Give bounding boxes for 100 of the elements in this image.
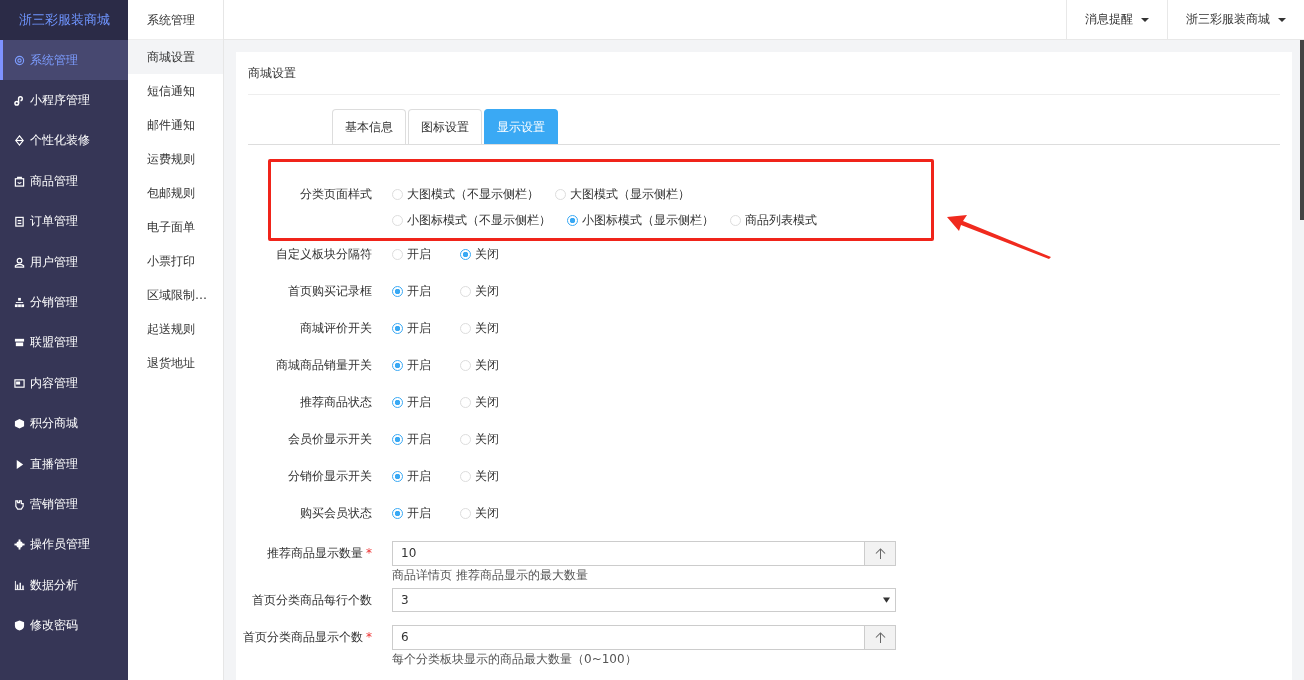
field-label: 购买会员状态: [299, 505, 373, 522]
submenu-item[interactable]: 退货地址: [128, 346, 223, 380]
dropdown-arrow-icon: [883, 597, 890, 603]
play-icon: [14, 458, 25, 470]
submenu-item[interactable]: 运费规则: [128, 142, 223, 176]
option-label: 开启: [407, 393, 431, 411]
scrollbar-thumb[interactable]: [1300, 40, 1304, 220]
sidebar-item[interactable]: 积分商城: [0, 403, 128, 444]
submenu-item[interactable]: 商城设置: [128, 40, 223, 74]
radio-button[interactable]: [392, 470, 403, 482]
cube-icon: [14, 418, 25, 430]
option-label: 关闭: [475, 430, 499, 448]
radio-option[interactable]: 开启: [392, 282, 460, 300]
sidebar-item[interactable]: 个性化装修: [0, 120, 128, 162]
sidebar-item[interactable]: 联盟管理: [0, 322, 128, 364]
radio-button[interactable]: [392, 433, 403, 445]
radio-option[interactable]: 关闭: [460, 245, 528, 263]
submenu-item[interactable]: 起送规则: [128, 312, 223, 346]
sidebar-item[interactable]: 操作员管理: [0, 524, 128, 566]
sidebar-item[interactable]: 商品管理: [0, 161, 128, 202]
radio-button[interactable]: [392, 285, 403, 297]
radio-button[interactable]: [392, 359, 403, 371]
sidebar-item[interactable]: 分销管理: [0, 282, 128, 323]
option-label: 开启: [407, 356, 431, 374]
dropdown-menu[interactable]: 浙三彩服装商城: [1167, 0, 1304, 39]
radio-option[interactable]: 关闭: [460, 319, 528, 337]
radio-button[interactable]: [392, 396, 403, 408]
clipboard-icon: [14, 216, 25, 228]
card-title: 商城设置: [248, 52, 1280, 95]
radio-option[interactable]: 关闭: [460, 430, 528, 448]
hand-icon: [14, 499, 25, 510]
bag-icon: [14, 175, 25, 187]
sidebar-item[interactable]: 营销管理: [0, 484, 128, 525]
option-label: 关闭: [475, 393, 499, 411]
tab[interactable]: 基本信息: [332, 109, 406, 144]
submenu-item[interactable]: 区域限制…: [128, 278, 223, 312]
radio-button[interactable]: [460, 248, 471, 260]
sidebar-item[interactable]: 修改密码: [0, 605, 128, 646]
sidebar-item[interactable]: 数据分析: [0, 565, 128, 606]
window-icon: [14, 377, 25, 389]
radio-option[interactable]: 开启: [392, 356, 460, 374]
radio-option[interactable]: 开启: [392, 430, 460, 448]
option-label: 关闭: [475, 504, 499, 522]
radio-button[interactable]: [567, 214, 578, 226]
radio-option[interactable]: 关闭: [460, 282, 528, 300]
radio-option[interactable]: 关闭: [460, 356, 528, 374]
radio-option[interactable]: 开启: [392, 319, 460, 337]
dropdown-menu[interactable]: 消息提醒: [1066, 0, 1167, 39]
sidebar-item[interactable]: 订单管理: [0, 201, 128, 242]
field-label: 商城评价开关: [299, 320, 373, 337]
field-hint: 每个分类板块显示的商品最大数量（0~100）: [392, 651, 638, 668]
radio-option[interactable]: 关闭: [460, 393, 528, 411]
option-label: 开启: [407, 282, 431, 300]
submenu-item[interactable]: 电子面单: [128, 210, 223, 244]
field-label: 分销价显示开关: [287, 468, 373, 485]
sidebar-item[interactable]: 直播管理: [0, 443, 128, 485]
option-label: 开启: [407, 467, 431, 485]
field-label: 会员价显示开关: [287, 431, 373, 448]
select-field[interactable]: 3: [392, 588, 896, 612]
submenu-item[interactable]: 短信通知: [128, 74, 223, 108]
hierarchy-icon: [14, 297, 25, 309]
option-label: 关闭: [475, 467, 499, 485]
radio-option[interactable]: 开启: [392, 245, 460, 263]
field-label: 首页购买记录框: [287, 283, 373, 300]
option-label: 开启: [407, 319, 431, 337]
option-label: 开启: [407, 245, 431, 263]
field-label: 分类页面样式: [299, 186, 373, 203]
caret-icon: [1141, 17, 1149, 22]
sidebar-item[interactable]: 内容管理: [0, 363, 128, 404]
radio-option[interactable]: 开启: [392, 467, 460, 485]
radio-option[interactable]: 关闭: [460, 504, 528, 522]
option-label: 开启: [407, 430, 431, 448]
submenu-item[interactable]: 包邮规则: [128, 176, 223, 210]
option-label: 关闭: [475, 282, 499, 300]
radio-option[interactable]: 开启: [392, 504, 460, 522]
radio-option[interactable]: 关闭: [460, 467, 528, 485]
caret-icon: [1278, 17, 1286, 22]
submenu-item[interactable]: 邮件通知: [128, 108, 223, 142]
submenu-item[interactable]: 小票打印: [128, 244, 223, 278]
link-icon: [14, 95, 25, 107]
tab[interactable]: 图标设置: [408, 109, 482, 144]
option-label: 关闭: [475, 319, 499, 337]
store-icon: [14, 337, 25, 349]
option-label: 开启: [407, 504, 431, 522]
bar-chart-icon: [14, 579, 25, 591]
sidebar-item[interactable]: 用户管理: [0, 241, 128, 283]
field-label: 推荐商品显示数量 *: [266, 545, 373, 562]
radio-button[interactable]: [392, 322, 403, 334]
required-mark: *: [366, 546, 372, 560]
radio-button[interactable]: [392, 507, 403, 519]
sidebar-item[interactable]: 小程序管理: [0, 80, 128, 121]
option-label: 商品列表模式: [745, 211, 817, 229]
field-label: 自定义板块分隔符: [275, 246, 373, 263]
option-label: 关闭: [475, 245, 499, 263]
radio-option[interactable]: 开启: [392, 393, 460, 411]
radio-option[interactable]: 商品列表模式: [730, 211, 817, 229]
field-label: 推荐商品状态: [299, 394, 373, 411]
required-mark: *: [366, 630, 372, 644]
app-logo-text: 浙三彩服装商城: [0, 0, 128, 40]
field-label: 商城商品销量开关: [275, 357, 373, 374]
